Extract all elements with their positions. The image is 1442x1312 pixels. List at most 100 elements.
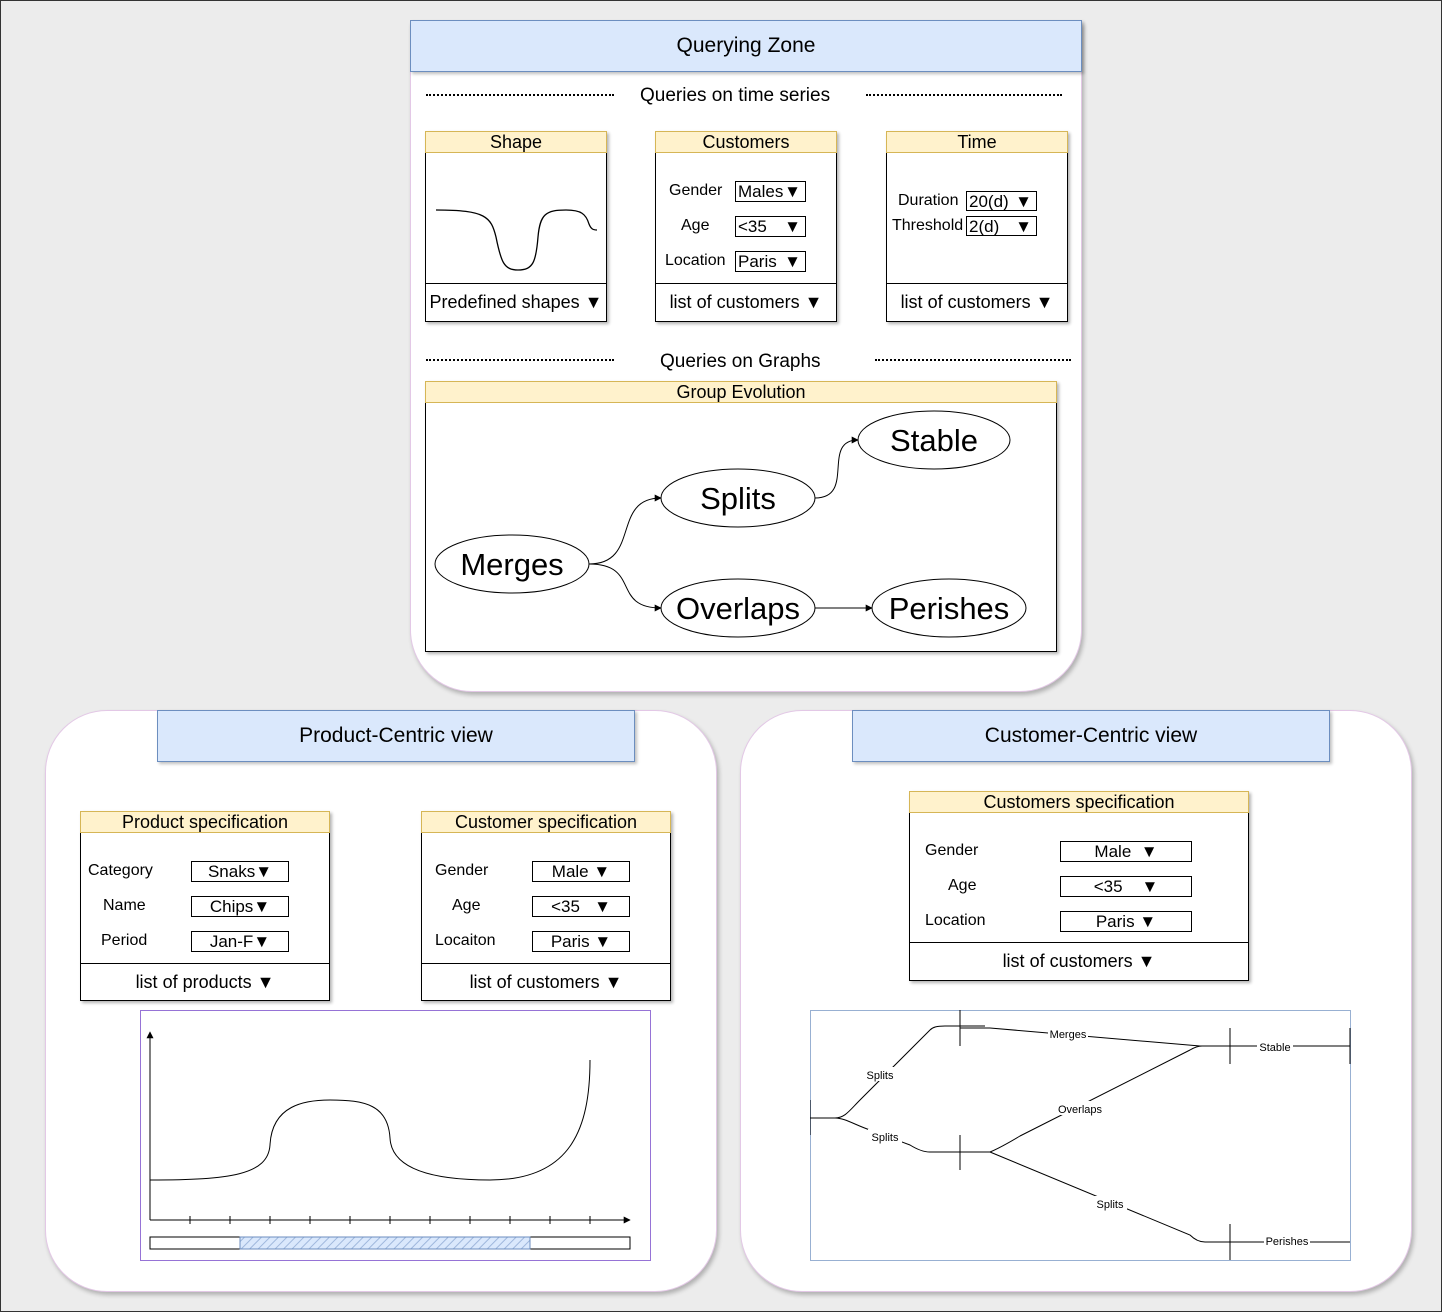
customers-panel-title: Customers	[655, 131, 837, 153]
label-splits-top: Splits	[867, 1070, 894, 1082]
chevron-down-icon: ▼	[1139, 912, 1157, 931]
product-centric-title: Product-Centric view	[157, 710, 635, 762]
customers-panel: Customers Gender Males ▼ Age <35 ▼ Locatio…	[655, 131, 837, 322]
age-select-value: <35	[551, 897, 580, 916]
node-stable[interactable]: Stable	[857, 410, 1011, 470]
chevron-down-icon: ▼	[784, 252, 801, 271]
period-label: Period	[101, 932, 148, 949]
gender-label: Gender	[435, 862, 489, 879]
label-stable: Stable	[1259, 1042, 1290, 1054]
products-list-dropdown[interactable]: list of products ▼	[81, 963, 329, 1000]
chevron-down-icon: ▼	[255, 862, 273, 881]
chevron-down-icon: ▼	[593, 862, 611, 881]
duration-select[interactable]: 20(d) ▼	[966, 191, 1037, 211]
product-spec-title: Product specification	[80, 811, 330, 833]
node-overlaps[interactable]: Overlaps	[660, 578, 816, 638]
predefined-shapes-dropdown[interactable]: Predefined shapes ▼	[426, 283, 606, 321]
duration-select-value: 20(d)	[969, 192, 1009, 211]
gender-select[interactable]: Male ▼	[532, 861, 630, 882]
age-select-value: <35	[1093, 877, 1123, 896]
gender-select[interactable]: Males ▼	[735, 181, 806, 202]
age-select[interactable]: <35 ▼	[532, 896, 630, 917]
ts-section-title: Queries on time series	[640, 85, 831, 106]
location-label: Location	[925, 912, 986, 929]
chevron-down-icon: ▼	[784, 217, 801, 236]
shape-panel: Shape Predefined shapes ▼	[425, 131, 607, 322]
graph-section-title: Queries on Graphs	[660, 351, 821, 372]
period-select-value: Jan-F	[209, 932, 254, 951]
age-select[interactable]: <35 ▼	[735, 216, 806, 237]
gender-select[interactable]: Male ▼	[1060, 841, 1192, 862]
divider	[875, 359, 1071, 361]
customers-list-dropdown[interactable]: list of customers ▼	[422, 963, 670, 1000]
chevron-down-icon: ▼	[1141, 877, 1159, 896]
gender-select-value: Males	[738, 182, 784, 201]
node-perishes[interactable]: Perishes	[871, 578, 1027, 638]
threshold-label: Threshold	[892, 217, 964, 234]
querying-zone-title: Querying Zone	[410, 20, 1082, 72]
location-select-value: Paris	[738, 252, 777, 271]
shape-curve-path	[435, 209, 598, 271]
period-select[interactable]: Jan-F▼	[191, 931, 289, 952]
threshold-select-value: 2(d)	[969, 217, 1000, 236]
gender-label: Gender	[669, 182, 723, 199]
location-select-value: Paris	[1095, 912, 1135, 931]
node-stable-label: Stable	[890, 423, 978, 458]
location-select[interactable]: Paris ▼	[735, 251, 806, 272]
edge-splits-stable	[814, 436, 859, 499]
group-evolution-graph: Merges Splits Stable Overlaps Perishes	[434, 410, 1027, 638]
product-spec-panel: Product specification Category Snaks▼ Na…	[80, 811, 330, 1001]
label-overlaps: Overlaps	[1058, 1104, 1103, 1116]
node-overlaps-label: Overlaps	[676, 591, 800, 626]
product-time-series-plot	[140, 1010, 651, 1261]
customer-spec-title: Customer specification	[421, 811, 671, 833]
group-timeline: Splits Splits Merges Overlaps Splits Sta…	[810, 1010, 1351, 1261]
time-panel-title: Time	[886, 131, 1068, 153]
category-label: Category	[88, 862, 153, 879]
node-splits[interactable]: Splits	[660, 468, 816, 528]
duration-label: Duration	[898, 192, 959, 209]
gender-select-value: Male	[551, 862, 589, 881]
node-merges[interactable]: Merges	[434, 534, 590, 594]
customers-spec-panel: Customers specification Gender Male ▼ Ag…	[909, 791, 1249, 981]
label-splits-lower: Splits	[1097, 1199, 1124, 1211]
shape-panel-title: Shape	[425, 131, 607, 153]
chevron-down-icon: ▼	[594, 932, 612, 951]
age-label: Age	[452, 897, 481, 914]
chevron-down-icon: ▼	[253, 932, 271, 951]
category-select[interactable]: Snaks▼	[191, 861, 289, 882]
chevron-down-icon: ▼	[1140, 842, 1158, 861]
chevron-down-icon: ▼	[784, 182, 801, 201]
divider	[426, 359, 614, 361]
gender-select-value: Male	[1094, 842, 1132, 861]
category-select-value: Snaks	[207, 862, 256, 881]
customers-spec-title: Customers specification	[909, 791, 1249, 813]
chevron-down-icon: ▼	[1015, 217, 1032, 236]
label-perishes: Perishes	[1266, 1236, 1309, 1248]
threshold-select[interactable]: 2(d) ▼	[966, 216, 1037, 236]
time-customers-list-dropdown[interactable]: list of customers ▼	[887, 283, 1067, 321]
divider	[426, 94, 614, 96]
name-select-value: Chips	[209, 897, 254, 916]
time-range-selection[interactable]	[239, 1236, 531, 1250]
age-select[interactable]: <35 ▼	[1060, 876, 1192, 897]
shape-curve[interactable]	[426, 152, 606, 282]
customers-list-dropdown[interactable]: list of customers ▼	[910, 942, 1248, 980]
location-label: Location	[665, 252, 726, 269]
node-merges-label: Merges	[460, 547, 563, 582]
node-perishes-label: Perishes	[889, 591, 1010, 626]
name-select[interactable]: Chips▼	[191, 896, 289, 917]
customer-spec-panel: Customer specification Gender Male ▼ Age…	[421, 811, 671, 1001]
edge-merges-splits	[588, 494, 662, 565]
location-select[interactable]: Paris ▼	[1060, 911, 1192, 932]
location-select-value: Paris	[550, 932, 590, 951]
node-splits-label: Splits	[700, 481, 776, 516]
chevron-down-icon: ▼	[594, 897, 611, 916]
customers-list-dropdown[interactable]: list of customers ▼	[656, 283, 836, 321]
location-select[interactable]: Paris ▼	[532, 931, 630, 952]
group-evolution-panel: Group Evolution Merges Splits Stable Ove…	[425, 381, 1057, 652]
name-label: Name	[103, 897, 146, 914]
age-label: Age	[681, 217, 710, 234]
chevron-down-icon: ▼	[253, 897, 271, 916]
time-panel: Time Duration 20(d) ▼ Threshold 2(d) ▼ lis…	[886, 131, 1068, 322]
